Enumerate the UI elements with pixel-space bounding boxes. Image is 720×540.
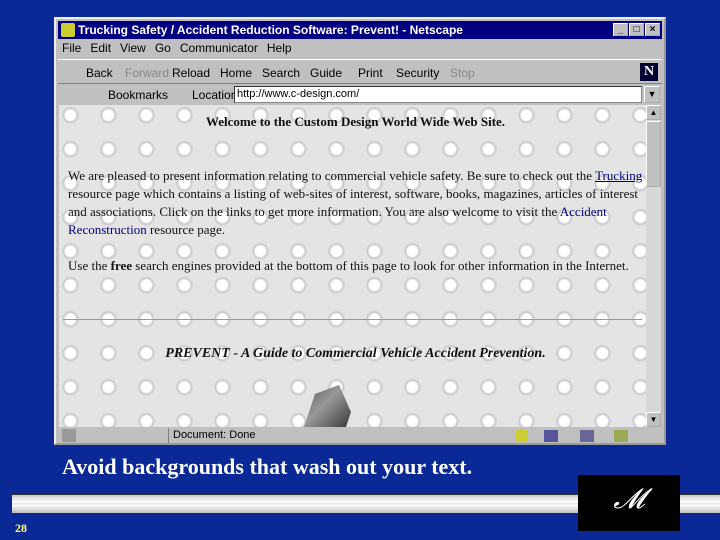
- reload-button[interactable]: Reload: [172, 66, 210, 80]
- security-lock-icon[interactable]: [62, 429, 76, 442]
- trucking-link[interactable]: Trucking: [595, 168, 642, 183]
- slide-number: 28: [15, 521, 27, 535]
- scroll-thumb[interactable]: [646, 121, 661, 187]
- truck-image: [303, 385, 351, 427]
- slide-caption: Avoid backgrounds that wash out your tex…: [62, 454, 473, 479]
- back-button[interactable]: Back: [86, 66, 113, 80]
- prevent-title: PREVENT - A Guide to Commercial Vehicle …: [165, 346, 546, 361]
- bookmarks-button[interactable]: Bookmarks: [108, 88, 168, 102]
- window-title: Trucking Safety / Accident Reduction Sof…: [78, 23, 463, 37]
- minimize-button[interactable]: _: [613, 23, 628, 36]
- mail-component-icon[interactable]: [544, 430, 558, 442]
- composer-component-icon[interactable]: [614, 430, 628, 442]
- status-bar: Document: Done: [58, 428, 662, 444]
- title-bar: Trucking Safety / Accident Reduction Sof…: [58, 21, 662, 39]
- netscape-logo: N: [640, 63, 658, 81]
- netscape-app-icon: [61, 23, 75, 37]
- menu-view[interactable]: View: [120, 41, 146, 55]
- status-text: Document: Done: [168, 428, 256, 444]
- menu-file[interactable]: File: [62, 41, 81, 55]
- menu-communicator[interactable]: Communicator: [180, 41, 258, 55]
- vertical-scrollbar[interactable]: ▲ ▼: [646, 105, 661, 427]
- maximize-button[interactable]: □: [629, 23, 644, 36]
- menu-edit[interactable]: Edit: [90, 41, 111, 55]
- security-button[interactable]: Security: [396, 66, 439, 80]
- browser-window: Trucking Safety / Accident Reduction Sof…: [54, 17, 666, 445]
- search-paragraph: Use the free search engines provided at …: [68, 258, 629, 273]
- guide-button[interactable]: Guide: [310, 66, 342, 80]
- company-logo: 𝓜: [578, 475, 680, 531]
- home-button[interactable]: Home: [220, 66, 252, 80]
- divider: [63, 319, 642, 320]
- location-input[interactable]: http://www.c-design.com/: [234, 86, 642, 103]
- menu-go[interactable]: Go: [155, 41, 171, 55]
- scroll-down-button[interactable]: ▼: [646, 412, 661, 427]
- navigator-component-icon[interactable]: [516, 430, 528, 442]
- close-button[interactable]: ×: [645, 23, 660, 36]
- scroll-up-button[interactable]: ▲: [646, 105, 661, 120]
- print-button[interactable]: Print: [358, 66, 383, 80]
- location-toolbar: Bookmarks Location: http://www.c-design.…: [58, 85, 662, 105]
- welcome-heading: Welcome to the Custom Design World Wide …: [205, 114, 506, 129]
- stop-button[interactable]: Stop: [450, 66, 475, 80]
- search-button[interactable]: Search: [262, 66, 300, 80]
- forward-button[interactable]: Forward: [125, 66, 169, 80]
- menu-bar: File Edit View Go Communicator Help: [62, 41, 292, 55]
- navigation-toolbar: Back Forward Reload Home Search Guide Pr…: [58, 59, 662, 84]
- page-content: Welcome to the Custom Design World Wide …: [59, 105, 646, 427]
- menu-help[interactable]: Help: [267, 41, 292, 55]
- intro-paragraph: We are pleased to present information re…: [68, 168, 643, 237]
- discussion-component-icon[interactable]: [580, 430, 594, 442]
- location-dropdown-button[interactable]: ▼: [644, 86, 660, 103]
